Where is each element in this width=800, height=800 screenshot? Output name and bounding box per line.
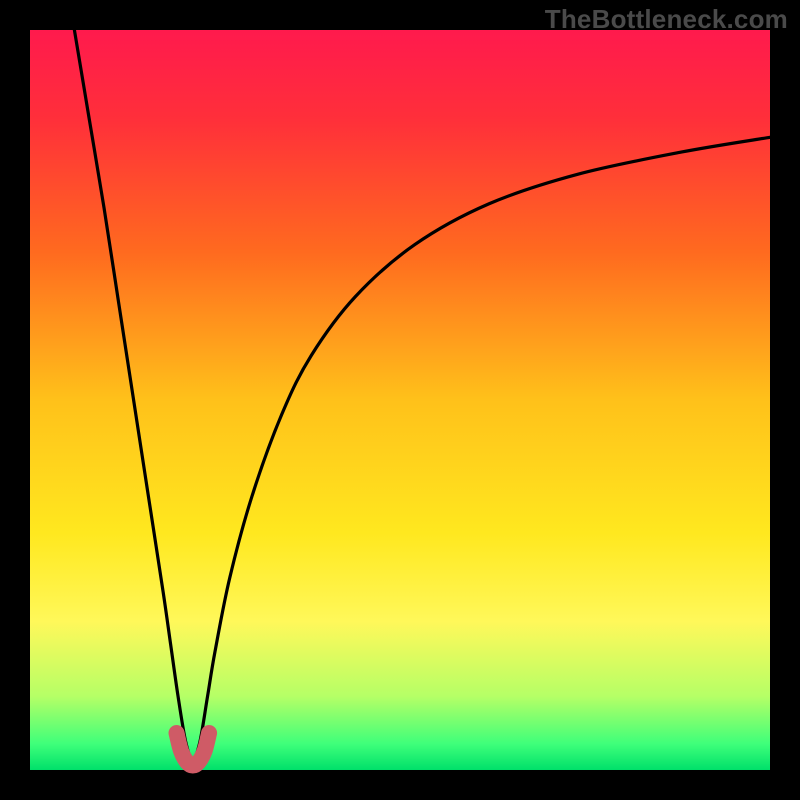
watermark-text: TheBottleneck.com [545,4,788,35]
gradient-rect [30,30,770,770]
chart-canvas [30,30,770,770]
outer-frame: TheBottleneck.com [0,0,800,800]
